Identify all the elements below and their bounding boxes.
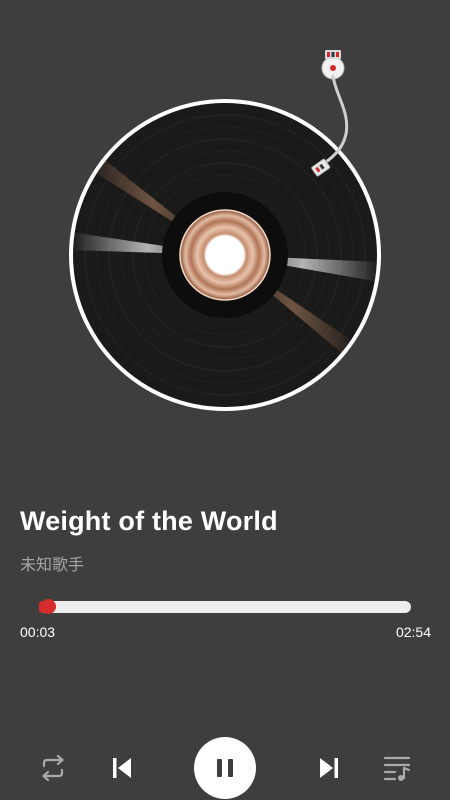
next-button[interactable] [313, 752, 345, 784]
song-title: Weight of the World [20, 506, 278, 536]
playlist-icon [383, 756, 411, 781]
skip-next-icon [320, 758, 338, 778]
playlist-button[interactable] [380, 752, 414, 784]
vinyl-turntable [0, 0, 450, 430]
progress-track[interactable] [39, 601, 411, 613]
skip-previous-icon [113, 758, 131, 778]
repeat-icon [42, 755, 64, 781]
vinyl-record-icon [69, 50, 381, 411]
repeat-button[interactable] [36, 752, 70, 784]
elapsed-time: 00:03 [20, 624, 56, 640]
play-pause-button[interactable] [194, 737, 256, 799]
artist-name: 未知歌手 [20, 555, 85, 574]
total-time: 02:54 [395, 624, 431, 640]
pause-icon [217, 759, 233, 777]
previous-button[interactable] [106, 752, 138, 784]
